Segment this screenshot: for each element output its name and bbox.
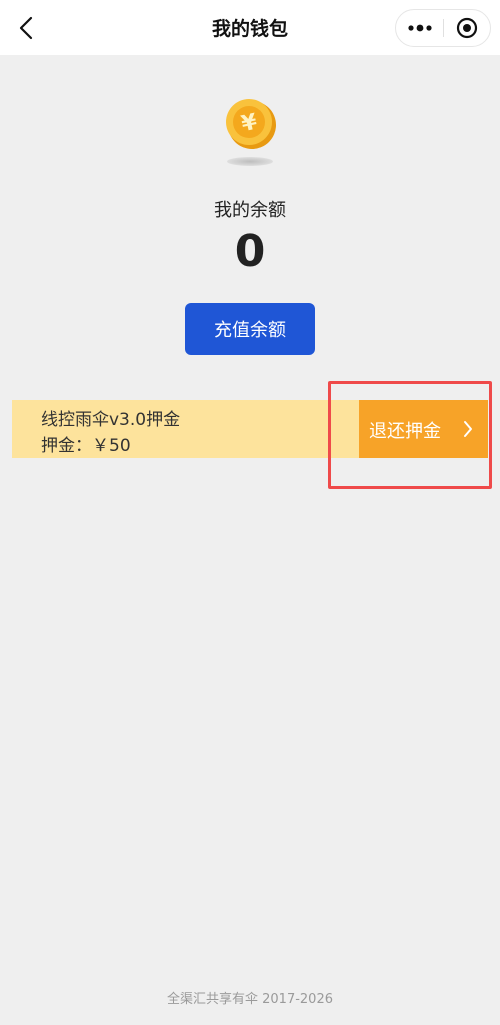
balance-label: 我的余额: [214, 200, 286, 221]
target-circle-icon: [456, 17, 478, 39]
deposit-card: 线控雨伞v3.0押金 押金：￥50 退还押金: [12, 400, 488, 458]
mini-program-capsule: [395, 9, 491, 47]
deposit-item-name: 线控雨伞v3.0押金: [41, 410, 181, 430]
close-mini-program-button[interactable]: [444, 10, 490, 46]
more-button[interactable]: [396, 10, 443, 46]
coin-illustration: ¥: [215, 95, 285, 175]
chevron-right-icon: [464, 421, 472, 437]
yen-coin-icon: ¥: [226, 99, 276, 149]
deposit-amount: 押金：￥50: [41, 436, 131, 456]
refund-deposit-label: 退还押金: [369, 421, 441, 442]
recharge-button[interactable]: 充值余额: [185, 303, 315, 355]
refund-deposit-button[interactable]: 退还押金: [359, 400, 488, 458]
navigation-bar: 我的钱包: [0, 0, 500, 55]
balance-value: 0: [234, 226, 266, 277]
coin-shadow: [227, 157, 273, 166]
more-dots-icon: [407, 24, 432, 32]
footer-copyright: 全渠汇共享有伞 2017-2026: [167, 992, 333, 1007]
